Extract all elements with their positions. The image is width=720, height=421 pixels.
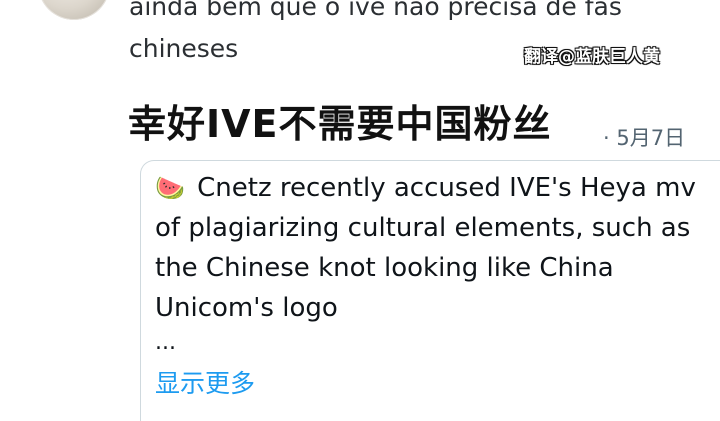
avatar[interactable]	[38, 0, 110, 20]
watermelon-icon: 🍉	[155, 174, 185, 202]
tweet-ellipsis: ...	[155, 330, 176, 355]
meta-separator: ·	[603, 126, 610, 150]
tweet-body: 🍉 Cnetz recently accused IVE's Heya mv o…	[155, 168, 710, 328]
tweet-date[interactable]: 5月7日	[616, 126, 685, 150]
translation-heading: 幸好IVE不需要中国粉丝	[128, 102, 552, 146]
translator-watermark: 翻译@蓝肤巨人黄	[524, 47, 660, 67]
tweet-meta: · 5月7日	[603, 122, 685, 152]
tweet-body-text: Cnetz recently accused IVE's Heya mv of …	[155, 173, 696, 323]
show-more-link[interactable]: 显示更多	[155, 364, 255, 400]
